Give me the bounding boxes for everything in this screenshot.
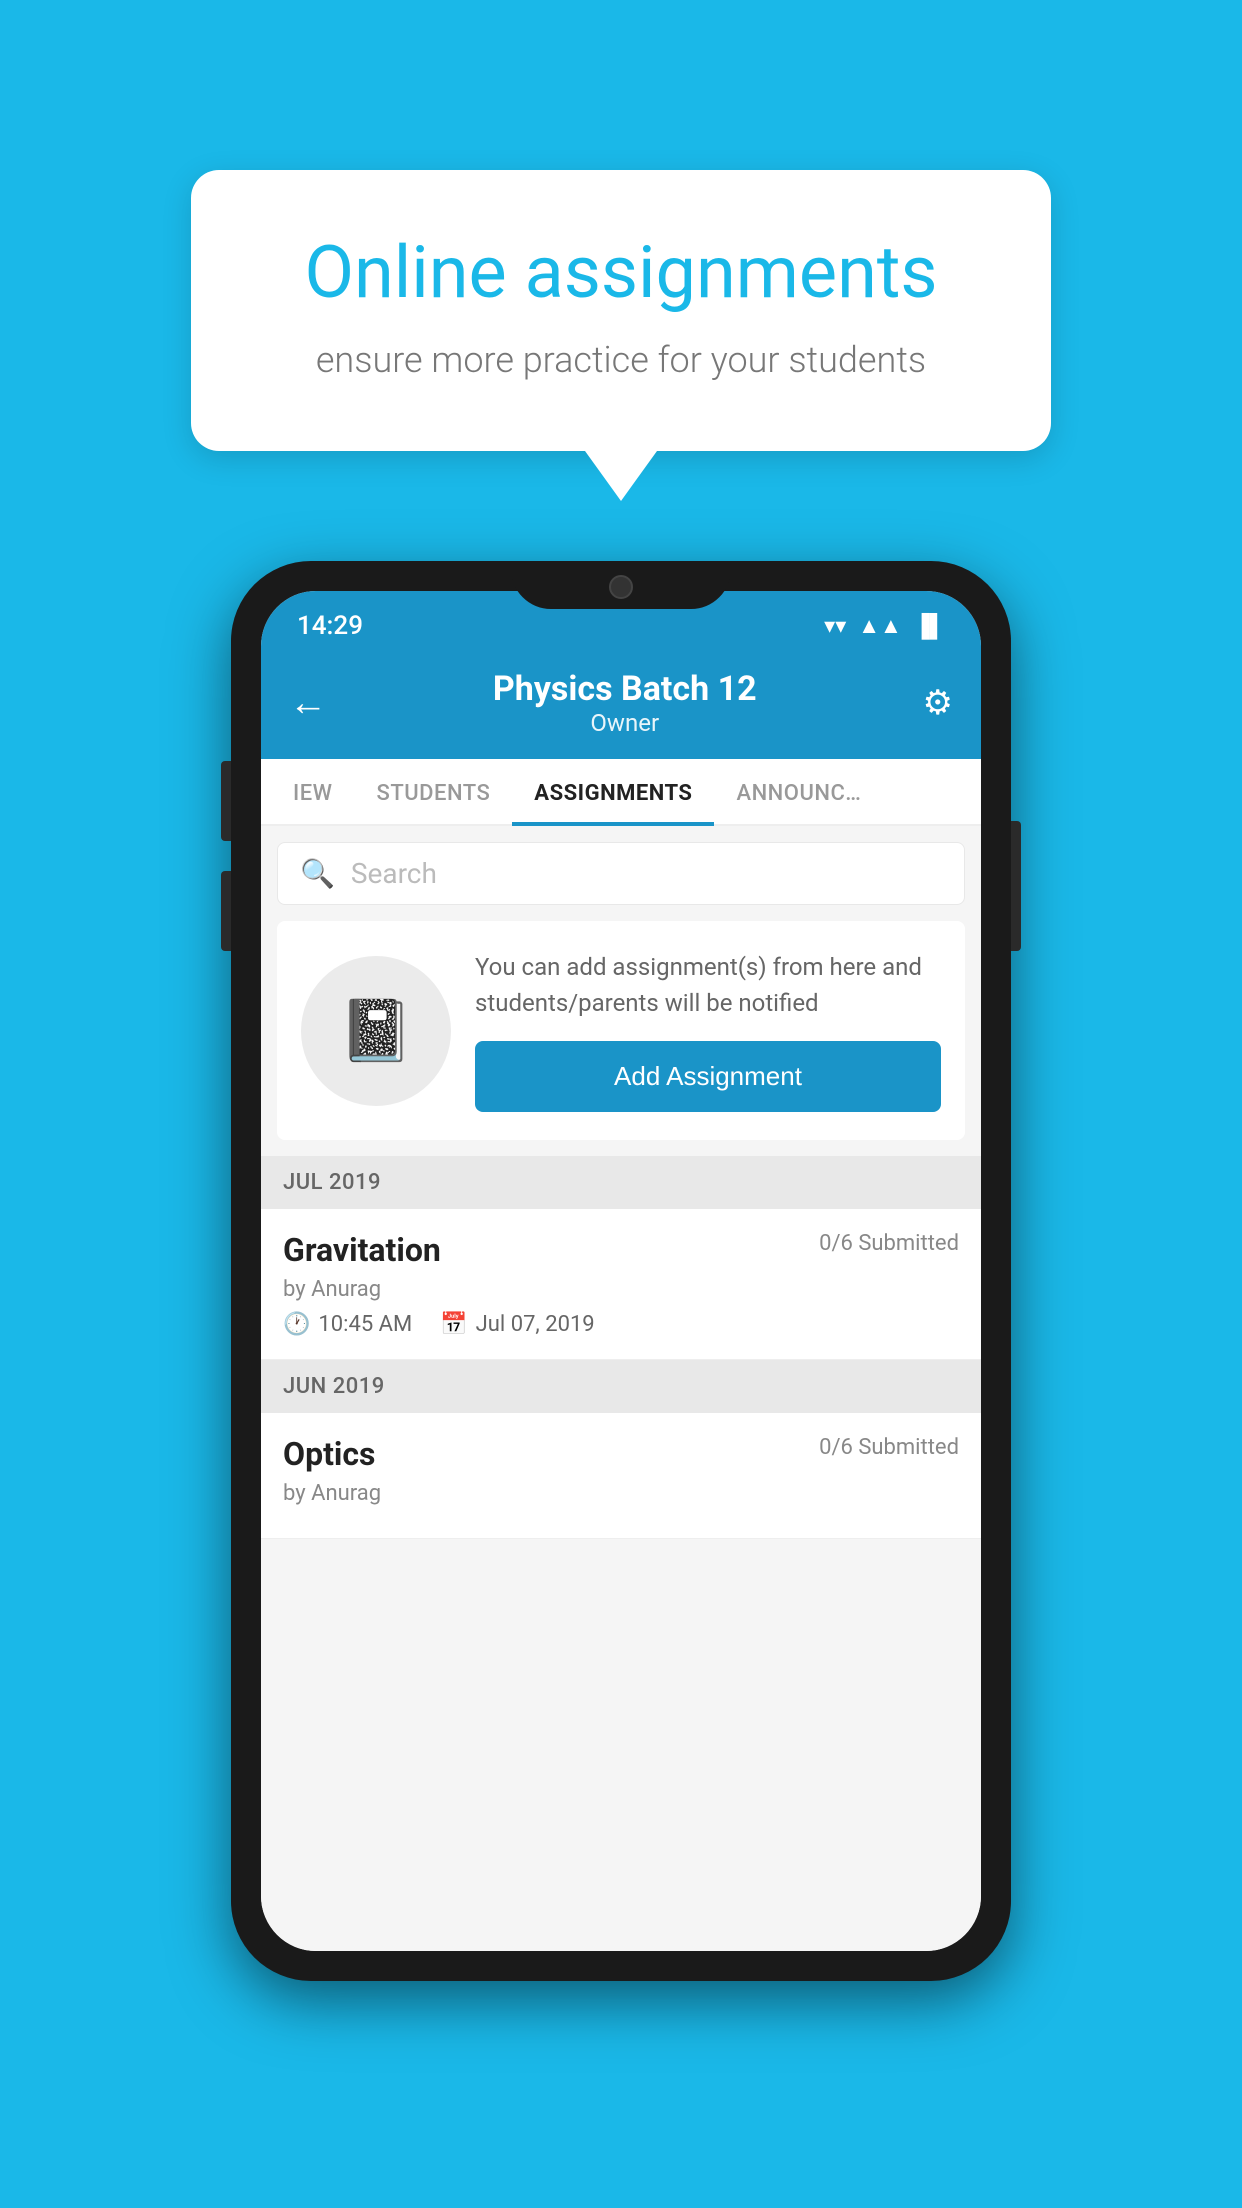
phone-notch [511,561,731,609]
assignment-date: 📅 Jul 07, 2019 [440,1312,594,1337]
tab-bar: IEW STUDENTS ASSIGNMENTS ANNOUNC… [261,759,981,826]
header-title-block: Physics Batch 12 Owner [327,669,923,737]
assignment-time-value: 10:45 AM [318,1312,412,1337]
assignment-item-gravitation[interactable]: Gravitation 0/6 Submitted by Anurag 🕐 10… [261,1209,981,1360]
search-icon: 🔍 [300,857,335,890]
section-header-jun: JUN 2019 [261,1360,981,1413]
wifi-icon: ▾▾ [824,614,846,639]
assignment-row-header-optics: Optics 0/6 Submitted [283,1435,959,1473]
tab-students[interactable]: STUDENTS [355,759,513,824]
assignment-submitted-optics: 0/6 Submitted [819,1435,959,1460]
speech-bubble-subtitle: ensure more practice for your students [261,339,981,381]
calendar-icon: 📅 [440,1312,467,1337]
assignment-name-optics: Optics [283,1435,375,1473]
assignment-date-value: Jul 07, 2019 [476,1312,595,1337]
notebook-icon: 📓 [339,995,414,1066]
assignment-author-optics: by Anurag [283,1481,959,1506]
phone-screen: 14:29 ▾▾ ▲▲ ▐▌ ← Physics Batch 12 Owner … [261,591,981,1951]
tab-announcements[interactable]: ANNOUNC… [714,759,883,824]
promo-section: 📓 You can add assignment(s) from here an… [277,921,965,1140]
assignment-name: Gravitation [283,1231,441,1269]
clock-icon: 🕐 [283,1312,310,1337]
front-camera [609,575,633,599]
section-header-jul: JUL 2019 [261,1156,981,1209]
assignment-row-header: Gravitation 0/6 Submitted [283,1231,959,1269]
settings-icon[interactable]: ⚙ [923,683,953,723]
assignment-time: 🕐 10:45 AM [283,1312,412,1337]
add-assignment-button[interactable]: Add Assignment [475,1041,941,1112]
search-placeholder: Search [351,857,437,890]
assignment-author: by Anurag [283,1277,959,1302]
speech-bubble-tail [585,451,657,501]
assignment-submitted: 0/6 Submitted [819,1231,959,1256]
search-bar[interactable]: 🔍 Search [277,842,965,905]
speech-bubble-title: Online assignments [261,230,981,315]
status-icons: ▾▾ ▲▲ ▐▌ [824,613,945,639]
phone-device: 14:29 ▾▾ ▲▲ ▐▌ ← Physics Batch 12 Owner … [231,561,1011,1981]
promo-icon-circle: 📓 [301,956,451,1106]
side-button-vol-down [221,871,231,951]
promo-text: You can add assignment(s) from here and … [475,949,941,1021]
battery-icon: ▐▌ [914,613,945,639]
side-button-power [1011,821,1021,951]
app-header: ← Physics Batch 12 Owner ⚙ [261,651,981,759]
promo-content: You can add assignment(s) from here and … [475,949,941,1112]
tab-assignments[interactable]: ASSIGNMENTS [512,759,714,824]
status-time: 14:29 [297,611,363,641]
speech-bubble-wrapper: Online assignments ensure more practice … [191,170,1051,501]
screen-content: 🔍 Search 📓 You can add assignment(s) fro… [261,826,981,1951]
assignment-item-optics[interactable]: Optics 0/6 Submitted by Anurag [261,1413,981,1539]
back-button[interactable]: ← [289,681,327,725]
speech-bubble: Online assignments ensure more practice … [191,170,1051,451]
header-subtitle: Owner [327,709,923,737]
tab-iew[interactable]: IEW [271,759,355,824]
signal-icon: ▲▲ [858,613,902,639]
assignment-meta: 🕐 10:45 AM 📅 Jul 07, 2019 [283,1312,959,1337]
header-title: Physics Batch 12 [327,669,923,709]
side-button-vol-up [221,761,231,841]
